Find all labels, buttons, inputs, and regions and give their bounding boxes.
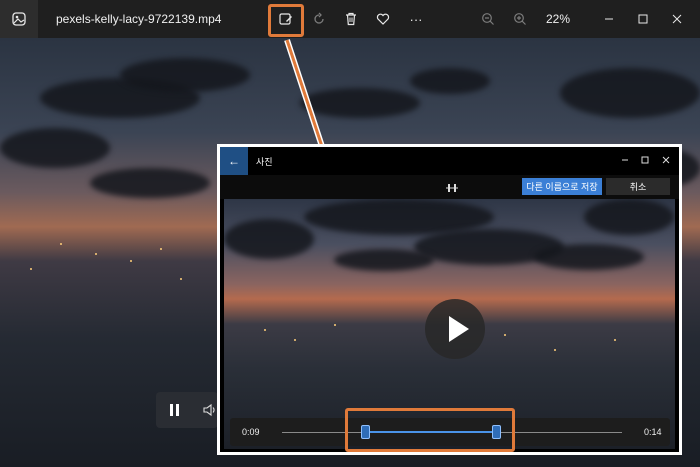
cancel-button[interactable]: 취소 <box>606 178 670 195</box>
dialog-title-bar: ← 사진 <box>220 147 679 175</box>
trim-icon[interactable] <box>445 181 459 199</box>
dialog-title: 사진 <box>256 157 273 167</box>
dialog-toolbar: 다른 이름으로 저장 취소 <box>220 175 679 199</box>
dialog-maximize-button[interactable] <box>637 152 653 168</box>
dialog-minimize-button[interactable] <box>617 152 633 168</box>
save-as-button[interactable]: 다른 이름으로 저장 <box>522 178 602 195</box>
back-button[interactable]: ← <box>220 147 248 175</box>
trim-handles-highlight <box>345 408 515 452</box>
play-icon <box>449 316 469 342</box>
trim-start-time: 0:09 <box>242 427 260 437</box>
dialog-close-button[interactable] <box>658 152 674 168</box>
play-button[interactable] <box>425 299 485 359</box>
trim-end-time: 0:14 <box>644 427 662 437</box>
photos-app-window: pexels-kelly-lacy-9722139.mp4 ··· 22% ← … <box>0 0 700 467</box>
